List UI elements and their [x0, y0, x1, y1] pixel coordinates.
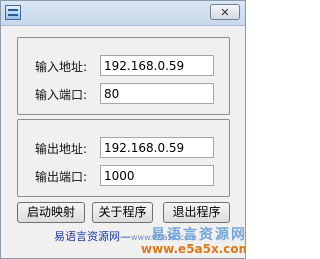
output-port-field[interactable]: [100, 165, 214, 186]
close-button[interactable]: ✕: [210, 4, 240, 20]
output-settings-group: 输出地址: 输出端口:: [17, 119, 230, 197]
title-bar[interactable]: ✕: [1, 1, 245, 26]
exit-program-button[interactable]: 退出程序: [163, 202, 230, 223]
output-address-label: 输出地址:: [35, 142, 88, 156]
app-icon: [5, 5, 21, 20]
footer-link-text: 易语言资源网—: [54, 230, 131, 243]
input-port-field[interactable]: [100, 83, 214, 104]
client-area: 输入地址: 输入端口: 输出地址: 输出端口: 启动映射 关于程序 退出程序 易…: [1, 26, 245, 258]
watermark-site-url: www.e5a5x.com: [141, 242, 246, 256]
input-address-label: 输入地址:: [35, 60, 88, 74]
output-port-label: 输出端口:: [35, 170, 88, 184]
app-window: ✕ 输入地址: 输入端口: 输出地址: 输出端口: 启动映射 关于程序: [0, 0, 246, 259]
about-program-button[interactable]: 关于程序: [92, 202, 153, 223]
output-address-field[interactable]: [100, 137, 214, 158]
start-mapping-button[interactable]: 启动映射: [17, 202, 85, 223]
watermark-site-name: 易语言资源网: [151, 227, 246, 243]
input-address-field[interactable]: [100, 55, 214, 76]
input-settings-group: 输入地址: 输入端口:: [17, 37, 230, 115]
input-port-label: 输入端口:: [35, 88, 88, 102]
